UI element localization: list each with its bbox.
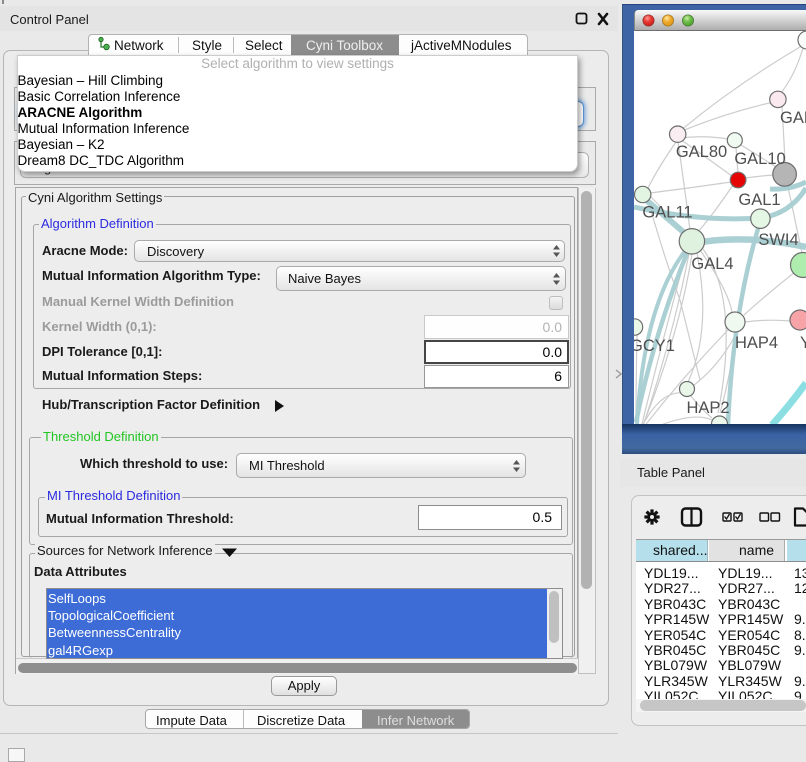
- svg-text:GAL2: GAL2: [780, 109, 806, 127]
- svg-text:Y: Y: [800, 334, 806, 352]
- svg-text:GAL4: GAL4: [691, 255, 733, 273]
- svg-text:GAL1: GAL1: [738, 191, 780, 209]
- svg-text:GAL10: GAL10: [734, 150, 785, 168]
- svg-text:GAL80: GAL80: [676, 143, 727, 161]
- svg-text:HAP4: HAP4: [735, 334, 778, 352]
- svg-text:SWI4: SWI4: [758, 231, 798, 249]
- svg-text:GAL11: GAL11: [642, 204, 692, 222]
- svg-text:GCY1: GCY1: [634, 337, 675, 355]
- svg-text:HAP2: HAP2: [686, 399, 729, 417]
